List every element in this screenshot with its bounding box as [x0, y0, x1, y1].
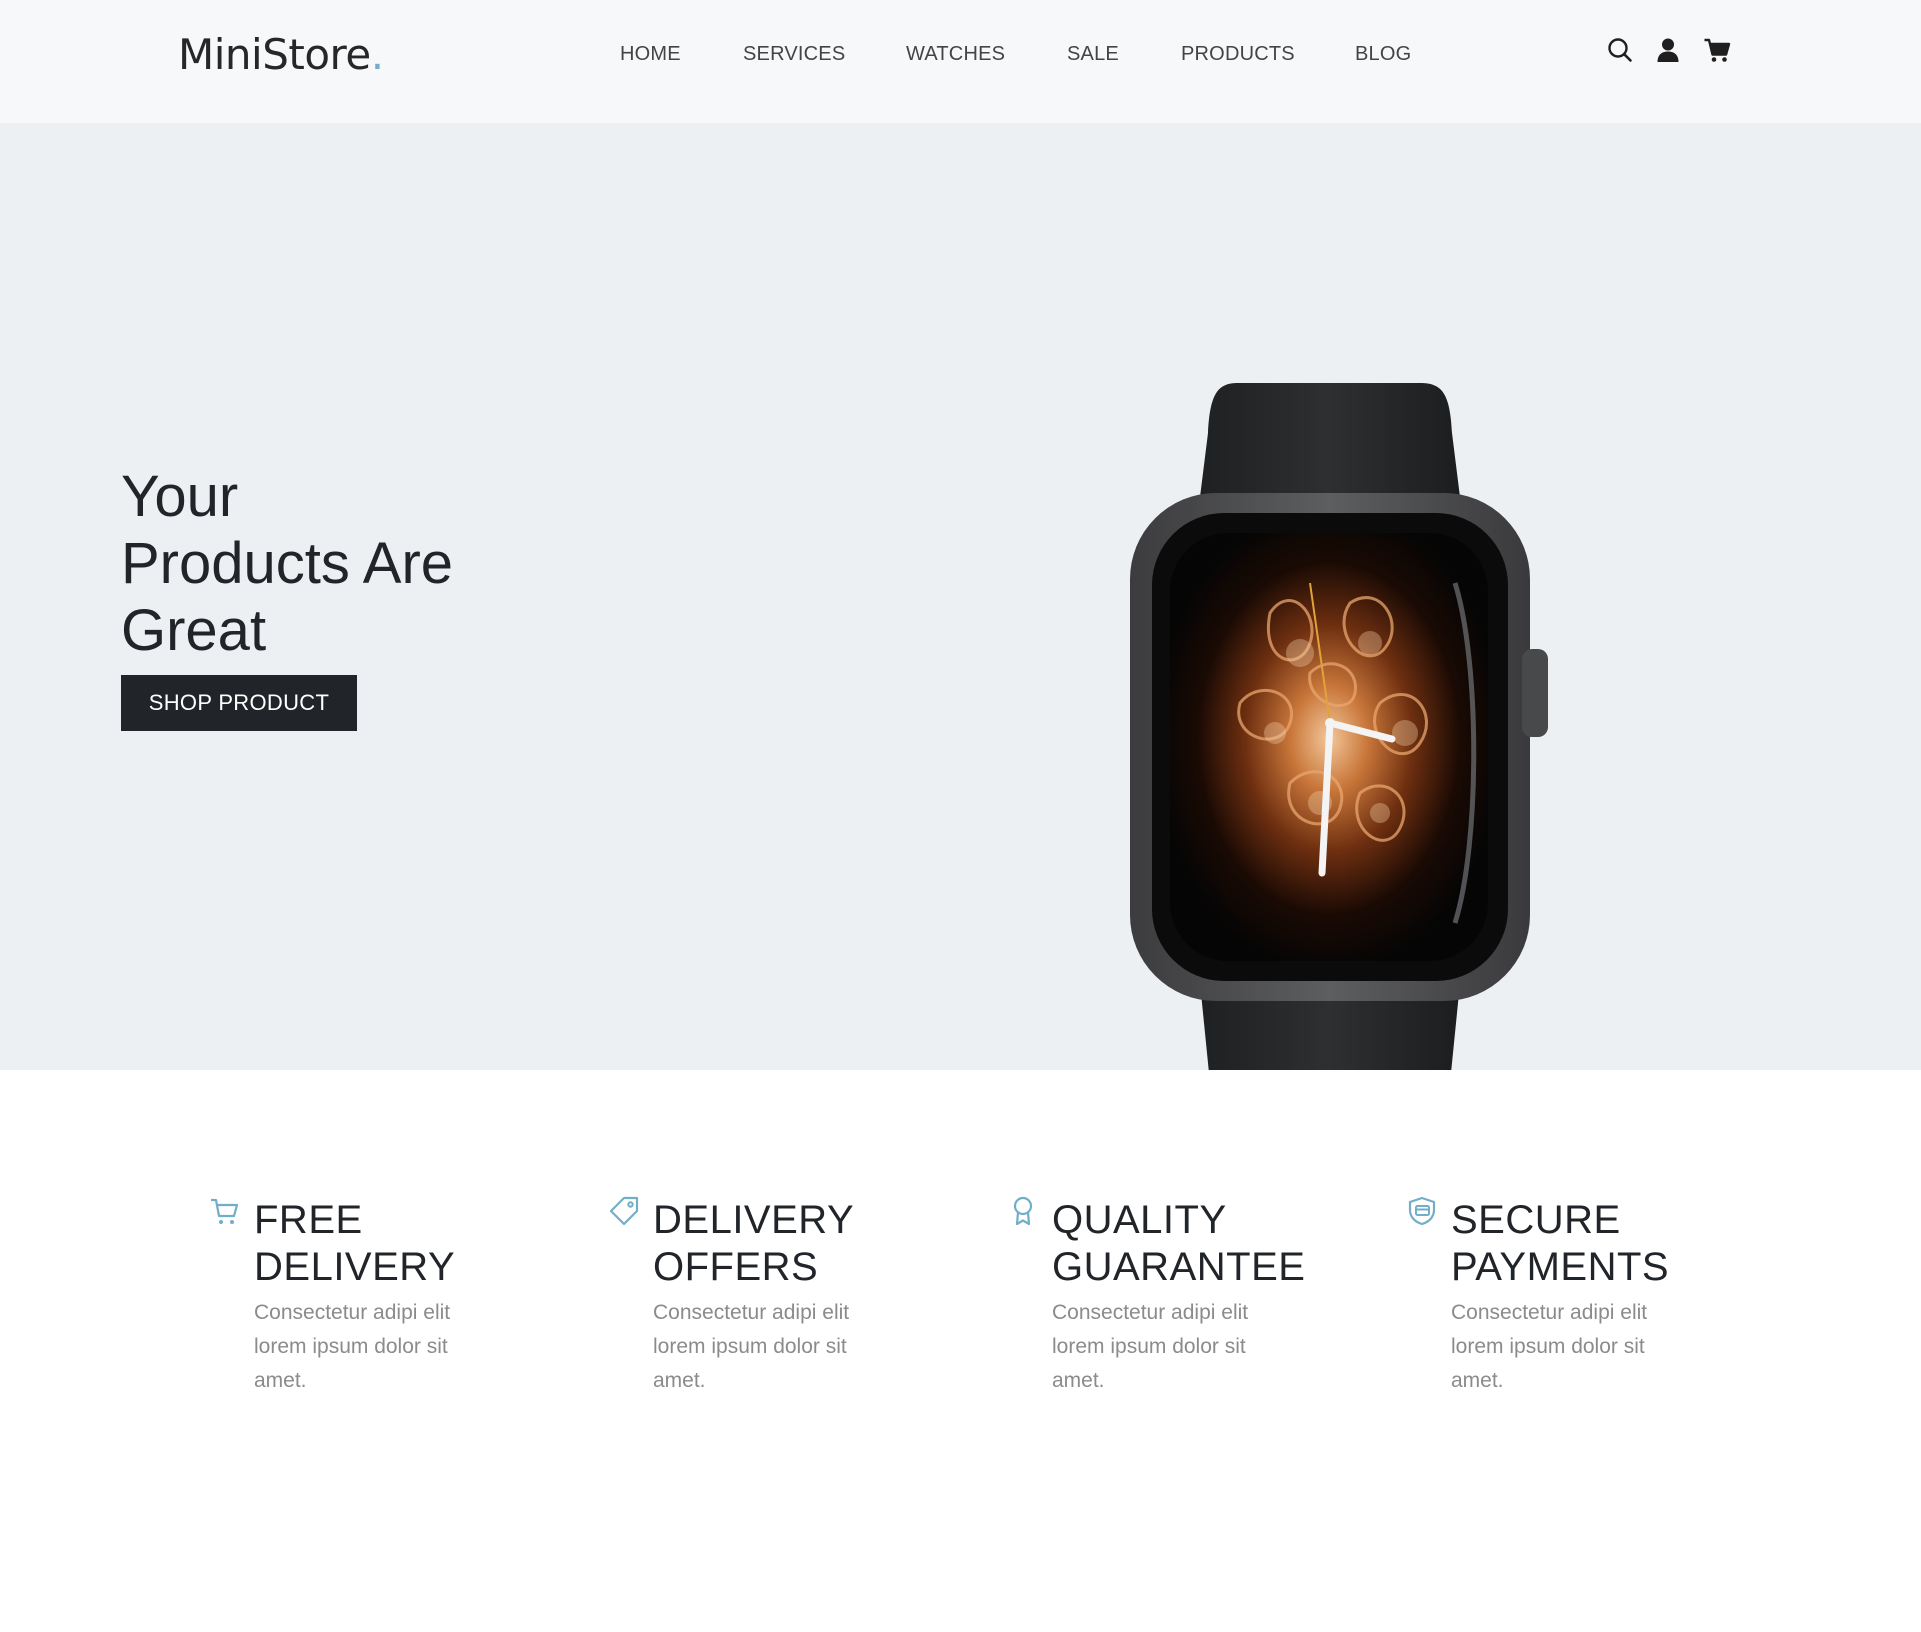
feature-title-line: PAYMENTS [1451, 1245, 1670, 1289]
feature-description: Consectetur adipi elit lorem ipsum dolor… [1451, 1301, 1648, 1392]
site-logo[interactable]: MiniStore. [178, 34, 384, 76]
cart-icon[interactable] [1703, 36, 1731, 64]
features-section: FREE DELIVERY Consectetur adipi elit lor… [0, 1070, 1921, 1632]
search-icon[interactable] [1606, 36, 1634, 64]
secure-payment-icon [1406, 1195, 1438, 1227]
cart-icon [209, 1195, 241, 1227]
feature-title-line: FREE [254, 1198, 363, 1242]
nav-item-services[interactable]: SERVICES [743, 42, 845, 66]
feature-quality-guarantee: QUALITY GUARANTEE Consectetur adipi elit… [1007, 1195, 1367, 1435]
logo-dot: . [370, 30, 384, 79]
award-badge-icon [1007, 1195, 1039, 1227]
feature-title-line: DELIVERY [254, 1245, 456, 1289]
nav-item-sale[interactable]: SALE [1067, 42, 1119, 66]
feature-title: SECURE PAYMENTS [1451, 1197, 1771, 1291]
shop-product-button[interactable]: SHOP PRODUCT [121, 675, 357, 731]
nav-item-watches[interactable]: WATCHES [906, 42, 1005, 66]
feature-description: Consectetur adipi elit lorem ipsum dolor… [1052, 1301, 1249, 1392]
feature-title-line: QUALITY [1052, 1198, 1227, 1242]
hero-banner: Your Products Are Great SHOP PRODUCT [0, 123, 1921, 1070]
hero-title-line: Great [121, 598, 267, 663]
feature-title-line: OFFERS [653, 1245, 819, 1289]
feature-title-line: SECURE [1451, 1198, 1621, 1242]
user-icon[interactable] [1654, 36, 1682, 64]
nav-item-blog[interactable]: BLOG [1355, 42, 1411, 66]
hero-title-line: Products Are [121, 531, 454, 596]
nav-item-home[interactable]: HOME [620, 42, 681, 66]
feature-secure-payments: SECURE PAYMENTS Consectetur adipi elit l… [1406, 1195, 1766, 1435]
feature-free-delivery: FREE DELIVERY Consectetur adipi elit lor… [209, 1195, 569, 1435]
feature-title-line: GUARANTEE [1052, 1245, 1306, 1289]
feature-title-line: DELIVERY [653, 1198, 855, 1242]
feature-description: Consectetur adipi elit lorem ipsum dolor… [653, 1301, 850, 1392]
hero-title: Your Products Are Great [121, 463, 541, 664]
smartwatch-image [1130, 383, 1548, 1070]
logo-text: MiniStore [178, 30, 371, 79]
feature-delivery-offers: DELIVERY OFFERS Consectetur adipi elit l… [608, 1195, 968, 1435]
feature-title: DELIVERY OFFERS [653, 1197, 973, 1291]
feature-description: Consectetur adipi elit lorem ipsum dolor… [254, 1301, 451, 1392]
price-tag-icon [608, 1195, 640, 1227]
feature-title: FREE DELIVERY [254, 1197, 574, 1291]
site-header: MiniStore. HOME SERVICES WATCHES SALE PR… [0, 0, 1921, 123]
feature-title: QUALITY GUARANTEE [1052, 1197, 1372, 1291]
nav-item-products[interactable]: PRODUCTS [1181, 42, 1295, 66]
hero-title-line: Your [121, 464, 239, 529]
